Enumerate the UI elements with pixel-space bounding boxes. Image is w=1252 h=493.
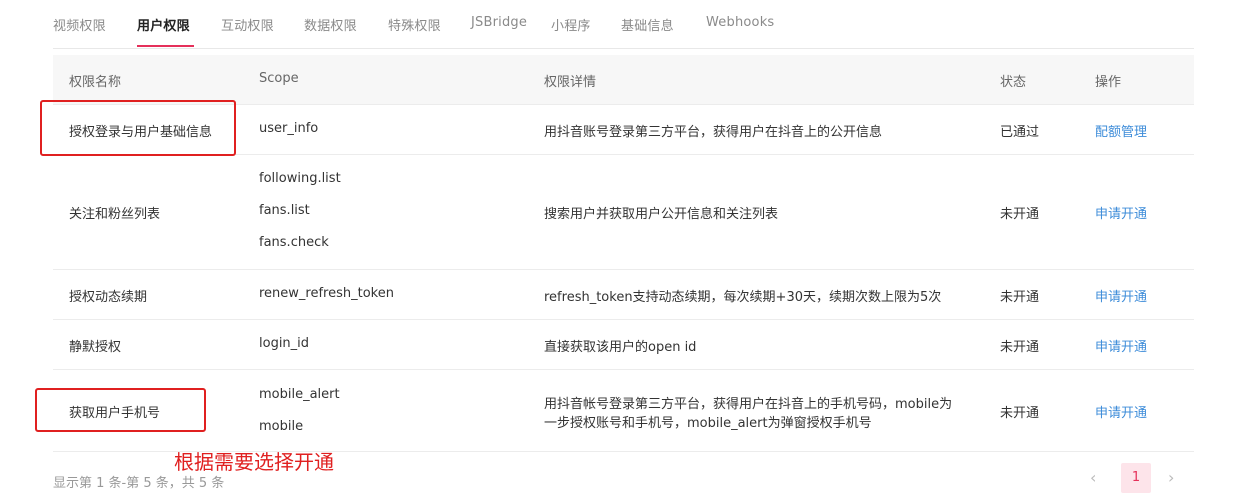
header-status: 状态	[1000, 75, 1027, 90]
tab-bar: 视频权限 用户权限 互动权限 数据权限 特殊权限 JSBridge 小程序 基础…	[53, 0, 1194, 48]
permission-detail: 直接获取该用户的open id	[544, 340, 697, 355]
table-row: 授权动态续期 renew_refresh_token refresh_token…	[53, 270, 1194, 320]
page-number-button[interactable]: 1	[1121, 463, 1151, 493]
tabs-divider	[53, 48, 1194, 49]
table-header: 权限名称 Scope 权限详情 状态 操作	[53, 55, 1194, 105]
scope-value: login_id	[259, 336, 310, 351]
scope-value: renew_refresh_token	[259, 286, 394, 301]
header-action: 操作	[1095, 75, 1122, 90]
tab-data-permissions[interactable]: 数据权限	[304, 15, 357, 34]
active-tab-indicator	[137, 45, 194, 47]
status-text: 未开通	[1000, 207, 1040, 222]
apply-button[interactable]: 申请开通	[1095, 203, 1147, 222]
permission-detail: 搜索用户并获取用户公开信息和关注列表	[544, 207, 779, 222]
pagination-summary: 显示第 1 条-第 5 条，共 5 条	[53, 476, 225, 491]
permission-name: 静默授权	[69, 340, 122, 355]
annotation-highlight-box	[35, 388, 206, 432]
chevron-right-icon[interactable]: ›	[1168, 468, 1174, 487]
tab-webhooks[interactable]: Webhooks	[706, 15, 774, 30]
quota-manage-link[interactable]: 配额管理	[1095, 121, 1147, 140]
scope-value: fans.list	[259, 203, 310, 218]
tab-user-permissions[interactable]: 用户权限	[137, 15, 190, 34]
table-row: 静默授权 login_id 直接获取该用户的open id 未开通 申请开通	[53, 320, 1194, 370]
permission-detail-line-2: 一步授权账号和手机号，mobile_alert为弹窗授权手机号	[544, 416, 872, 431]
annotation-text: 根据需要选择开通	[174, 450, 334, 474]
tab-basic-info[interactable]: 基础信息	[621, 15, 674, 34]
permission-detail: refresh_token支持动态续期，每次续期+30天，续期次数上限为5次	[544, 290, 942, 305]
header-permission-detail: 权限详情	[544, 75, 597, 90]
permission-detail: 用抖音账号登录第三方平台，获得用户在抖音上的公开信息	[544, 125, 883, 140]
annotation-highlight-box	[40, 100, 236, 156]
chevron-left-icon[interactable]: ‹	[1090, 468, 1096, 487]
status-text: 未开通	[1000, 406, 1040, 421]
tab-special-permissions[interactable]: 特殊权限	[388, 15, 441, 34]
scope-value: following.list	[259, 171, 341, 186]
apply-button[interactable]: 申请开通	[1095, 286, 1147, 305]
apply-button[interactable]: 申请开通	[1095, 336, 1147, 355]
tab-jsbridge[interactable]: JSBridge	[471, 15, 527, 30]
status-text: 已通过	[1000, 125, 1040, 140]
status-text: 未开通	[1000, 290, 1040, 305]
scope-value: user_info	[259, 121, 319, 136]
table-row: 获取用户手机号 mobile_alert mobile 用抖音帐号登录第三方平台…	[53, 370, 1194, 452]
header-scope: Scope	[259, 71, 299, 86]
table-row: 关注和粉丝列表 following.list fans.list fans.ch…	[53, 155, 1194, 270]
scope-value: mobile_alert	[259, 387, 340, 402]
permission-name: 授权动态续期	[69, 290, 148, 305]
scope-value: fans.check	[259, 235, 329, 250]
permission-detail: 用抖音帐号登录第三方平台，获得用户在抖音上的手机号码，mobile为	[544, 397, 953, 412]
permission-name: 关注和粉丝列表	[69, 207, 161, 222]
scope-value: mobile	[259, 419, 304, 434]
header-permission-name: 权限名称	[69, 75, 122, 90]
tab-interaction-permissions[interactable]: 互动权限	[221, 15, 274, 34]
tab-mini-program[interactable]: 小程序	[551, 15, 591, 34]
tab-video-permissions[interactable]: 视频权限	[53, 15, 106, 34]
apply-button[interactable]: 申请开通	[1095, 402, 1147, 421]
status-text: 未开通	[1000, 340, 1040, 355]
